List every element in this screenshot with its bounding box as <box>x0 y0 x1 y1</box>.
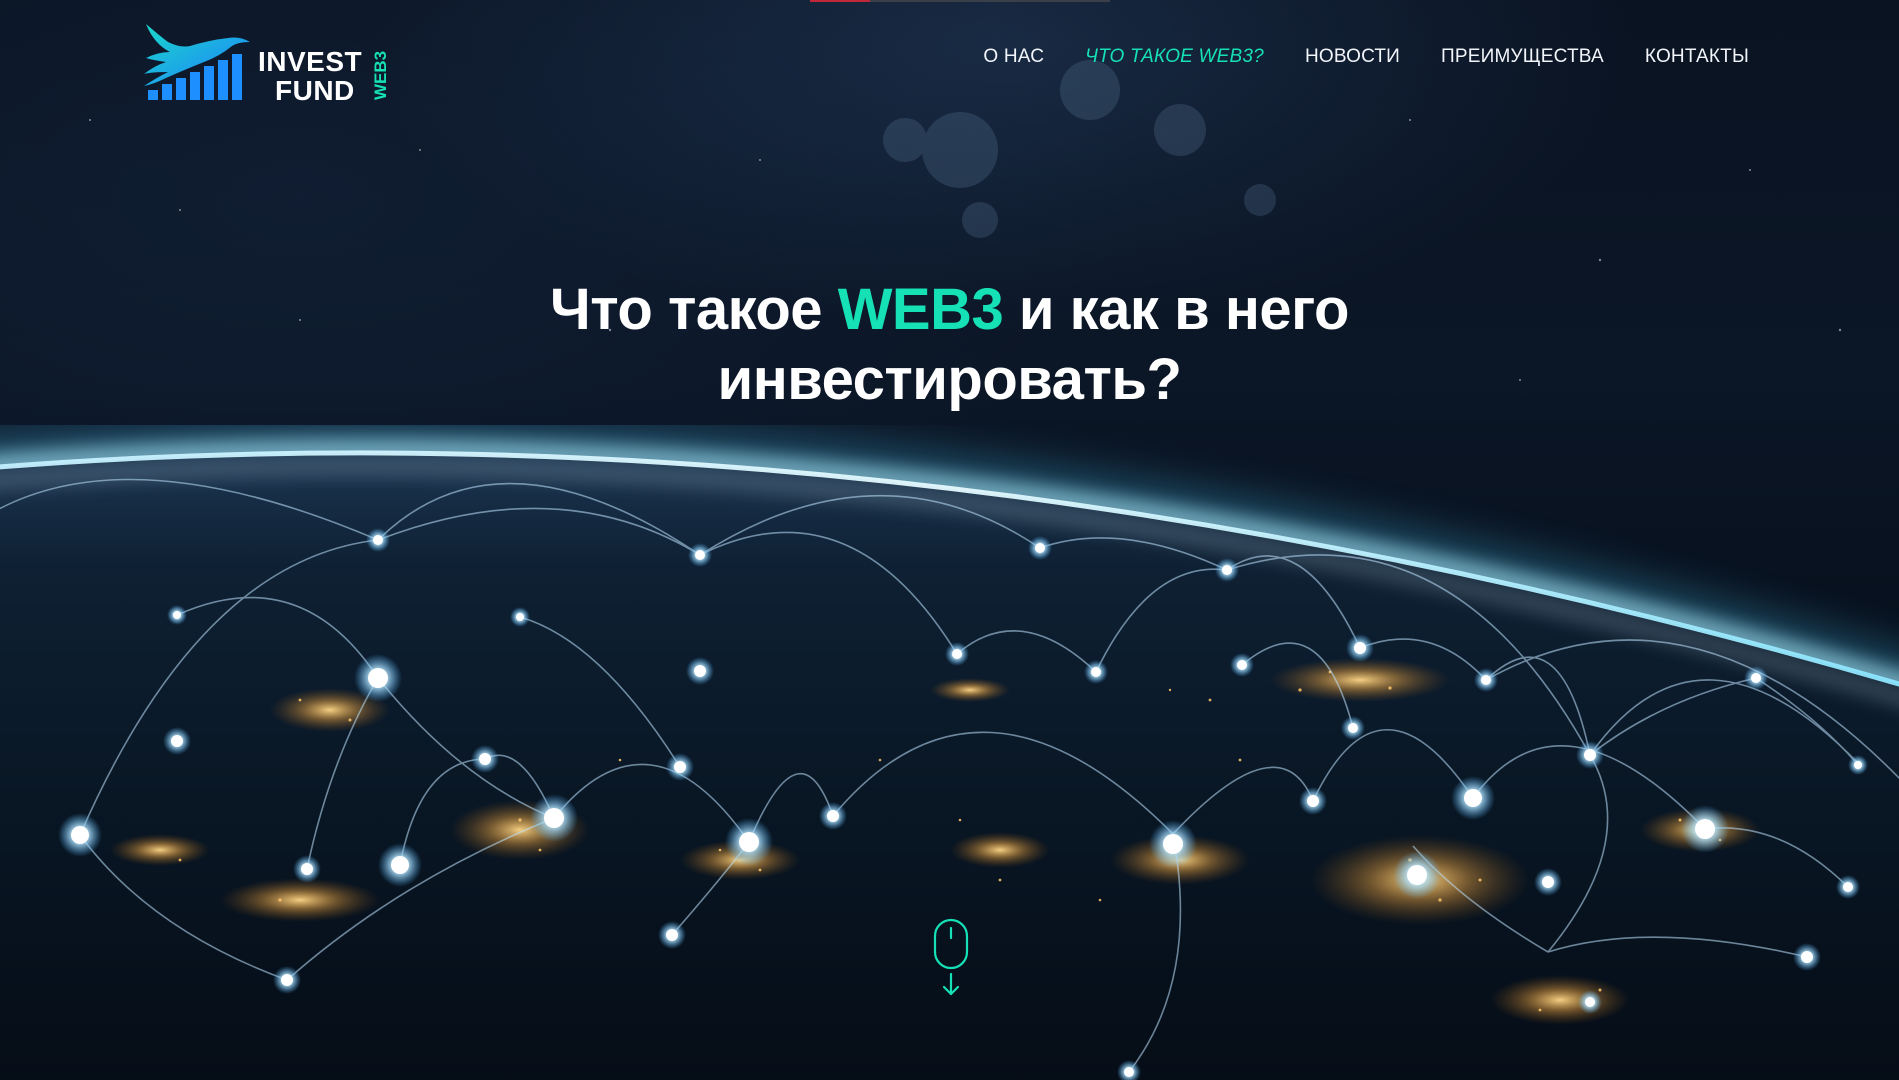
brand-logo[interactable]: INVEST FUND <box>140 16 400 106</box>
brand-name-line2: FUND <box>275 75 355 106</box>
eagle-over-bar-chart-icon <box>144 24 250 100</box>
hero-title-accent: WEB3 <box>837 276 1004 342</box>
hero-title-part1: Что такое <box>550 276 838 342</box>
brand-name-line1: INVEST <box>258 46 363 77</box>
hero-title-part2: и как в него <box>1003 276 1350 342</box>
nav-item-contacts[interactable]: КОНТАКТЫ <box>1645 46 1749 68</box>
hero-section: INVEST FUND WEB3 О НАС ЧТО ТАКОЕ WEB3? Н… <box>0 0 1899 1080</box>
nav-item-news[interactable]: НОВОСТИ <box>1305 46 1400 68</box>
main-nav: О НАС ЧТО ТАКОЕ WEB3? НОВОСТИ ПРЕИМУЩЕСТ… <box>942 46 1749 68</box>
top-progress-line <box>810 0 1110 2</box>
nav-item-what-is-web3[interactable]: ЧТО ТАКОЕ WEB3? <box>1085 46 1264 68</box>
nav-item-advantages[interactable]: ПРЕИМУЩЕСТВА <box>1441 46 1604 68</box>
nav-item-about[interactable]: О НАС <box>983 46 1044 68</box>
hero-title-line2: инвестировать? <box>717 346 1182 412</box>
brand-tag: WEB3 <box>371 50 390 100</box>
mouse-scroll-down-icon[interactable] <box>933 918 969 998</box>
hero-title: Что такое WEB3 и как в него инвестироват… <box>0 275 1899 415</box>
